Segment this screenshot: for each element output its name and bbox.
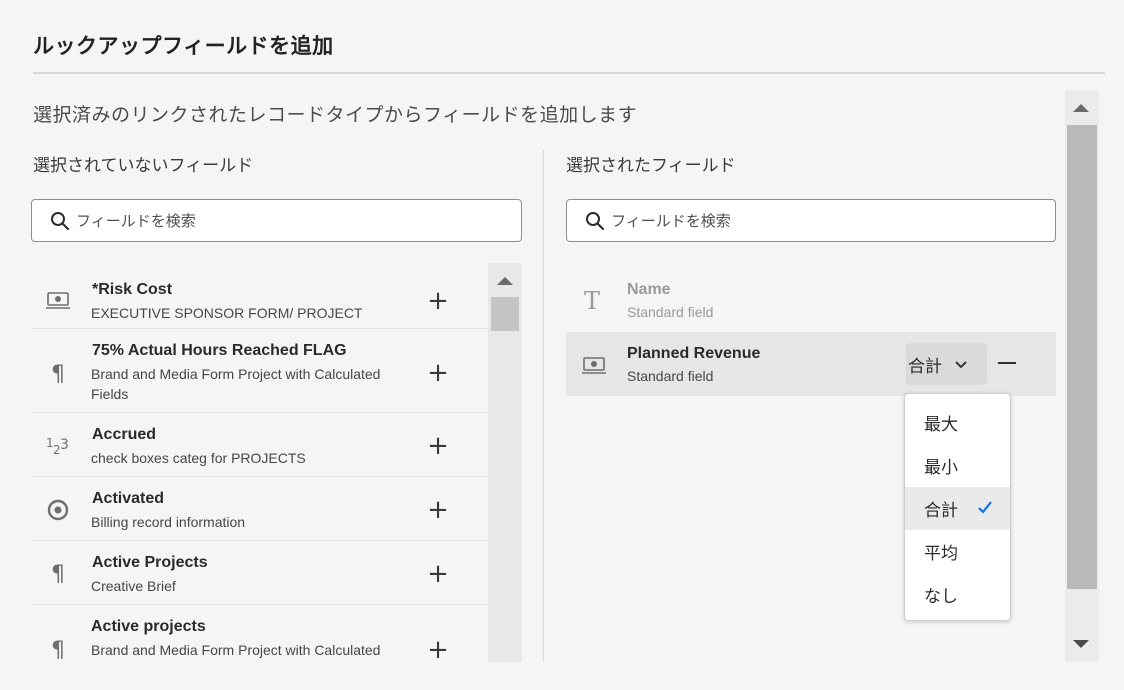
svg-text:3: 3 [60,437,69,453]
paragraph-icon: ¶ [51,561,65,587]
field-name: Name [627,281,671,298]
search-icon [586,211,605,230]
scroll-down-arrow-icon[interactable] [1073,640,1089,648]
menu-item-sum[interactable]: 合計 [905,487,1010,530]
aggregation-select[interactable]: 合計 [906,343,987,385]
field-name: Planned Revenue [627,345,761,362]
field-source: check boxes categ for PROJECTS [91,450,306,466]
field-source: Standard field [627,368,714,384]
add-field-button[interactable]: + [427,637,449,662]
dialog-scrollbar[interactable] [1065,90,1099,662]
scrollbar-thumb[interactable] [491,297,519,331]
scrollbar-thumb[interactable] [1067,125,1097,589]
unselected-search-input[interactable]: フィールドを検索 [31,199,522,242]
checkmark-icon [978,501,992,514]
list-item[interactable]: ¶ Active projects Brand and Media Form P… [31,605,488,662]
add-field-button[interactable]: + [427,288,449,314]
aggregation-dropdown-menu: 最大 最小 合計 平均 なし [904,393,1011,621]
list-item[interactable]: 123 Accrued check boxes categ for PROJEC… [31,413,488,477]
svg-text:T: T [584,288,600,312]
menu-item-label: 合計 [924,501,958,521]
field-source: Billing record information [91,514,246,530]
unselected-fields-list: *Risk Cost EXECUTIVE SPONSOR FORM/ PROJE… [31,265,488,662]
selected-fields-title: 選択されたフィールド [566,156,736,176]
field-name: Active Projects [92,554,208,571]
menu-item-min[interactable]: 最小 [905,444,1010,487]
unselected-fields-title: 選択されていないフィールド [33,156,254,176]
column-divider [543,150,544,662]
remove-field-button[interactable] [998,362,1016,364]
field-name: 75% Actual Hours Reached FLAG [92,342,347,359]
aggregation-value: 合計 [908,356,942,377]
field-source: Brand and Media Form Project with Calcul… [91,642,381,658]
list-item[interactable]: *Risk Cost EXECUTIVE SPONSOR FORM/ PROJE… [31,265,488,329]
text-type-icon: T [580,286,608,314]
add-field-button[interactable]: + [427,497,449,523]
menu-item-label: なし [924,587,958,607]
field-source: Standard field [627,304,714,320]
dialog-subtitle: 選択済みのリンクされたレコードタイプからフィールドを追加します [33,104,638,126]
list-item[interactable]: Activated Billing record information + [31,477,488,541]
add-field-button[interactable]: + [427,360,449,386]
field-name: Active projects [91,618,206,635]
menu-item-max[interactable]: 最大 [905,401,1010,444]
scroll-up-arrow-icon[interactable] [497,277,513,285]
paragraph-icon: ¶ [51,361,65,387]
list-item: T Name Standard field [566,268,1056,332]
paragraph-icon: ¶ [51,637,65,663]
number-icon: 123 [45,433,71,459]
list-item[interactable]: ¶ Active Projects Creative Brief + [31,541,488,605]
field-name: Accrued [92,426,157,443]
menu-item-none[interactable]: なし [905,573,1010,616]
add-field-button[interactable]: + [427,561,449,587]
list-item[interactable]: Planned Revenue Standard field 合計 [566,332,1056,396]
add-field-button[interactable]: + [427,433,449,459]
search-placeholder: フィールドを検索 [611,212,731,230]
dialog-title: ルックアップフィールドを追加 [33,34,334,58]
selected-fields-list: T Name Standard field Planned Revenue St… [566,268,1056,396]
field-name: Activated [92,490,165,507]
scroll-up-arrow-icon[interactable] [1073,104,1089,112]
menu-item-label: 最大 [924,415,958,435]
search-icon [51,211,70,230]
chevron-down-icon [955,361,967,369]
field-source: Creative Brief [91,578,176,594]
unselected-list-scrollbar[interactable] [488,263,522,662]
field-source: Brand and Media Form Project with Calcul… [91,366,381,402]
field-name: *Risk Cost [92,281,173,298]
radio-icon [45,497,71,523]
menu-item-label: 平均 [924,544,958,564]
list-item[interactable]: ¶ 75% Actual Hours Reached FLAG Brand an… [31,329,488,413]
selected-search-input[interactable]: フィールドを検索 [566,199,1056,242]
field-source: EXECUTIVE SPONSOR FORM/ PROJECT [91,305,363,321]
menu-item-label: 最小 [924,458,958,478]
search-placeholder: フィールドを検索 [76,212,196,230]
currency-icon [580,351,608,379]
currency-icon [45,287,71,313]
menu-item-average[interactable]: 平均 [905,530,1010,573]
title-divider [33,72,1105,74]
